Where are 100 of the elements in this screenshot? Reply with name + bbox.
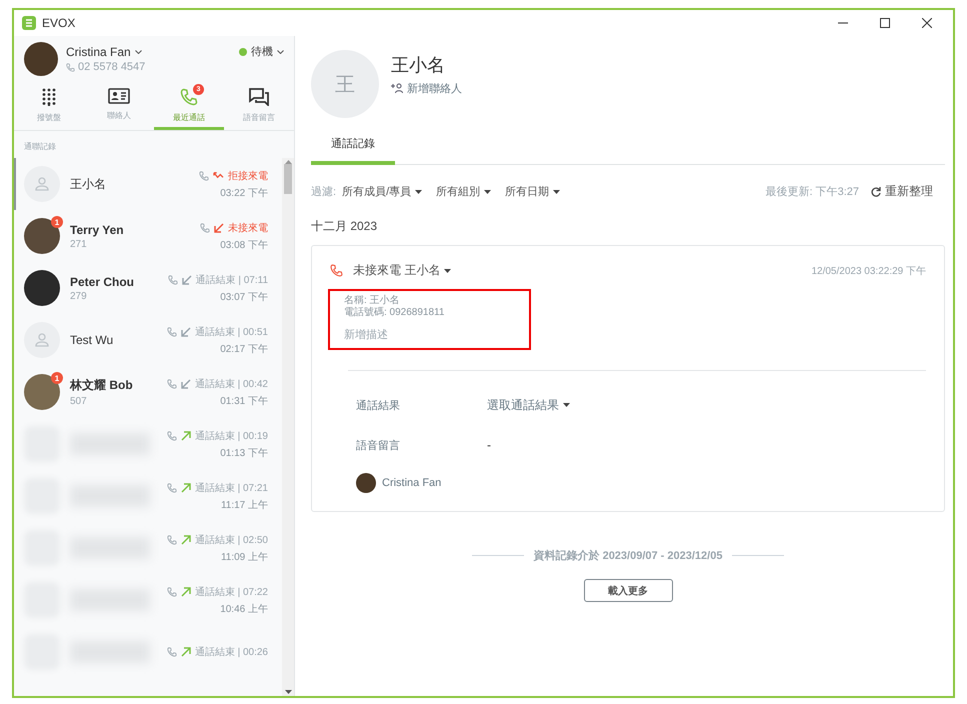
arrow-down-left-icon	[180, 326, 191, 336]
call-row[interactable]: Peter Chou 279 通話結束 | 07:11 03:07 下午	[14, 262, 282, 314]
phone-icon	[66, 62, 75, 72]
call-status: 通話結束 | 07:11	[196, 274, 268, 286]
call-time: 01:31 下午	[220, 394, 268, 408]
call-time: 03:22 下午	[220, 186, 268, 200]
call-status: 通話結束 | 00:51	[194, 326, 268, 338]
person-icon	[34, 332, 50, 348]
scrollbar[interactable]	[282, 158, 294, 696]
call-time: 03:07 下午	[220, 290, 268, 304]
app-logo	[22, 16, 36, 30]
add-person-icon	[391, 83, 404, 93]
unread-badge: 1	[51, 216, 63, 228]
photo-placeholder	[356, 473, 376, 493]
person-icon	[34, 176, 50, 192]
call-row[interactable]: 1 Terry Yen 271 未接來電 03:08 下午	[14, 210, 282, 262]
extension: 271	[70, 238, 88, 250]
phone-icon	[180, 88, 198, 106]
filter-dropdown[interactable]: 所有成員/專員	[342, 184, 430, 199]
call-time: 02:17 下午	[220, 342, 268, 356]
phone-icon	[168, 274, 178, 284]
photo-placeholder	[24, 374, 60, 410]
window-title: EVOX	[42, 16, 76, 30]
contact-name: 林文耀 Bob	[70, 377, 134, 394]
contact-initial: 王	[311, 50, 379, 118]
call-status: 未接來電	[228, 222, 268, 234]
scroll-down-icon[interactable]	[284, 690, 292, 694]
call-status: 拒接來電	[228, 170, 268, 182]
agent-name: Cristina Fan	[382, 477, 442, 489]
phone-icon	[166, 482, 177, 492]
arrow-up-right-icon	[180, 430, 191, 440]
record-title[interactable]: 未接來電 王小名	[353, 262, 452, 279]
dialpad-icon	[41, 88, 57, 106]
caret-icon	[484, 190, 492, 194]
call-status: 通話結束 | 07:22	[194, 586, 268, 598]
call-time: 10:46 上午	[220, 602, 268, 616]
arrow-down-left-icon	[180, 378, 191, 388]
chevron-down-icon	[134, 50, 142, 54]
status-dot	[239, 48, 247, 56]
caller-detail: 名稱: 王小名	[344, 295, 401, 306]
filter-label: 過濾:	[311, 185, 336, 199]
phone-icon	[166, 586, 177, 596]
rejected-call-icon	[213, 171, 224, 180]
call-status: 通話結束 | 00:19	[194, 430, 268, 442]
photo-placeholder	[24, 270, 60, 306]
caret-icon	[563, 403, 570, 407]
call-row[interactable]: 1 林文耀 Bob 507 通話結束 | 00:42 01:31 下午	[14, 366, 282, 418]
filter-dropdown[interactable]: 所有日期	[505, 184, 568, 199]
contact-name: 王小名	[70, 176, 107, 192]
arrow-down-left-icon	[182, 274, 192, 284]
arrow-up-right-icon	[180, 586, 191, 596]
call-status: 通話結束 | 00:42	[194, 378, 268, 390]
phone-icon	[166, 378, 177, 388]
phone-icon	[166, 326, 177, 336]
arrow-down-left-icon	[214, 222, 224, 232]
contact-card-icon	[108, 88, 130, 104]
last-updated: 最後更新: 下午3:27	[765, 184, 859, 199]
phone-icon	[199, 170, 209, 180]
filter-dropdown[interactable]: 所有組別	[436, 184, 500, 199]
extension: 507	[70, 396, 88, 407]
contact-title: 王小名	[391, 54, 446, 76]
caret-icon	[415, 190, 422, 194]
call-time: 11:09 上午	[220, 550, 268, 564]
caret-icon	[444, 268, 452, 272]
call-status: 通話結束 | 00:26	[194, 646, 268, 659]
record-timestamp: 12/05/2023 03:22:29 下午	[811, 264, 926, 278]
contact-name: Test Wu	[70, 333, 114, 347]
unread-badge: 1	[51, 372, 63, 384]
phone-icon	[166, 534, 177, 544]
scroll-thumb[interactable]	[284, 164, 292, 194]
caret-icon	[553, 190, 560, 194]
arrow-up-right-icon	[180, 647, 191, 657]
caller-detail: 電話號碼: 0926891811	[344, 307, 446, 319]
call-result-dropdown[interactable]: 選取通話結果	[487, 396, 570, 414]
call-time: 01:13 下午	[220, 446, 268, 460]
load-more-button[interactable]: 載入更多	[584, 579, 672, 602]
tab[interactable]: 通話記錄	[311, 128, 395, 165]
refresh-icon	[871, 186, 881, 196]
month-heading: 十二月 2023	[311, 218, 378, 235]
date-range: 資料記錄介於 2023/09/07 - 2023/12/05	[534, 548, 722, 563]
field-label: 通話結果	[356, 398, 401, 412]
call-time: 11:17 上午	[220, 498, 268, 512]
phone-icon	[330, 264, 343, 277]
close-icon	[922, 18, 932, 28]
maximize-icon	[880, 18, 890, 28]
chevron-down-icon	[277, 50, 284, 54]
contact-name: Peter Chou	[70, 274, 136, 288]
field-label: 語音留言	[356, 438, 401, 452]
user-name: Cristina Fan	[66, 45, 131, 59]
extension: 279	[70, 290, 88, 302]
call-row[interactable]: 王小名 拒接來電 03:22 下午	[14, 158, 282, 210]
photo-placeholder	[24, 218, 60, 254]
phone-icon	[200, 222, 210, 232]
add-contact-link[interactable]: 新增聯絡人	[391, 80, 462, 96]
refresh-button[interactable]: 重新整理	[871, 183, 933, 200]
phone-icon	[166, 430, 177, 440]
photo-placeholder	[24, 42, 58, 76]
phone-icon	[166, 647, 177, 657]
status-dropdown[interactable]: 待機	[239, 44, 284, 59]
call-row[interactable]: Test Wu 通話結束 | 00:51 02:17 下午	[14, 314, 282, 366]
